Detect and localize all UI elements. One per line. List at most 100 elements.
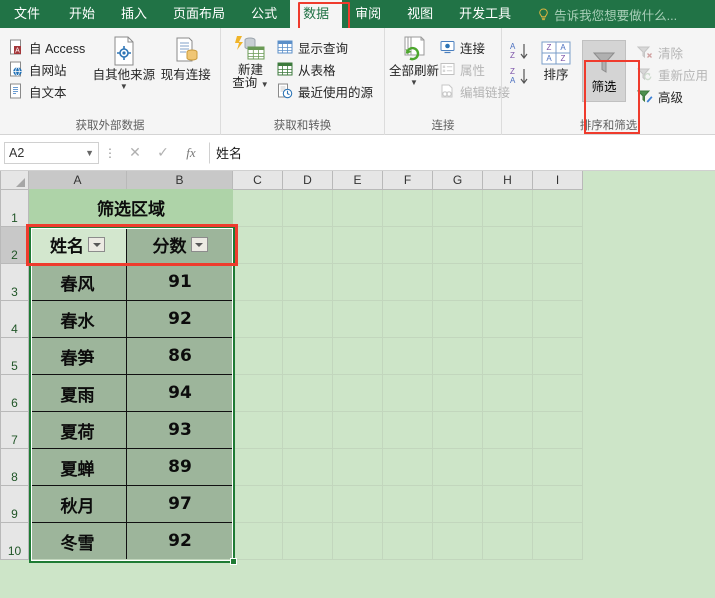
refresh-all-button[interactable]: 全部刷新 ▼ bbox=[389, 33, 439, 87]
cell-e4[interactable] bbox=[332, 300, 383, 338]
table-header-score[interactable]: 分数 bbox=[127, 226, 233, 263]
sort-button[interactable]: ZAAZ 排序 bbox=[532, 38, 580, 82]
cell-e9[interactable] bbox=[332, 485, 383, 523]
from-table-button[interactable]: 从表格 bbox=[274, 58, 378, 80]
cell-g5[interactable] bbox=[432, 337, 483, 375]
cell-d10[interactable] bbox=[282, 522, 333, 560]
cell-i3[interactable] bbox=[532, 263, 583, 301]
table-cell-score[interactable]: 92 bbox=[127, 522, 233, 559]
chevron-down-icon[interactable]: ▼ bbox=[120, 83, 128, 91]
cell-h7[interactable] bbox=[482, 411, 533, 449]
cell-f9[interactable] bbox=[382, 485, 433, 523]
cell-i2[interactable] bbox=[532, 226, 583, 264]
cell-d3[interactable] bbox=[282, 263, 333, 301]
table-cell-name[interactable]: 夏雨 bbox=[29, 374, 127, 411]
connections-button[interactable]: 连接 bbox=[437, 36, 503, 58]
name-box[interactable]: A2 ▼ bbox=[4, 141, 99, 164]
column-header-b[interactable]: B bbox=[126, 171, 233, 190]
recent-sources-button[interactable]: 最近使用的源 bbox=[274, 80, 378, 102]
cell-i6[interactable] bbox=[532, 374, 583, 412]
cell-d7[interactable] bbox=[282, 411, 333, 449]
tab-home[interactable]: 开始 bbox=[56, 0, 108, 28]
tab-page-layout[interactable]: 页面布局 bbox=[160, 0, 238, 28]
cell-h2[interactable] bbox=[482, 226, 533, 264]
cell-d8[interactable] bbox=[282, 448, 333, 486]
cell-h1[interactable] bbox=[482, 189, 533, 227]
cell-d5[interactable] bbox=[282, 337, 333, 375]
tab-data[interactable]: 数据 bbox=[290, 0, 343, 28]
cell-g4[interactable] bbox=[432, 300, 483, 338]
from-other-sources-button[interactable]: 自其他来源 ▼ bbox=[90, 33, 157, 91]
column-header-f[interactable]: F bbox=[382, 171, 433, 190]
cell-c8[interactable] bbox=[232, 448, 283, 486]
cell-i7[interactable] bbox=[532, 411, 583, 449]
column-header-d[interactable]: D bbox=[282, 171, 333, 190]
from-access-button[interactable]: A 自 Access bbox=[6, 36, 90, 58]
spreadsheet-grid[interactable]: A B C D E F G H I 1 2 3 4 5 6 7 8 9 10 筛… bbox=[0, 171, 715, 598]
row-header-2[interactable]: 2 bbox=[0, 225, 29, 264]
cell-e10[interactable] bbox=[332, 522, 383, 560]
cell-i5[interactable] bbox=[532, 337, 583, 375]
cell-f6[interactable] bbox=[382, 374, 433, 412]
cell-g6[interactable] bbox=[432, 374, 483, 412]
insert-function-button[interactable]: fx bbox=[177, 145, 205, 161]
table-cell-name[interactable]: 夏荷 bbox=[29, 411, 127, 448]
cell-i8[interactable] bbox=[532, 448, 583, 486]
cell-f2[interactable] bbox=[382, 226, 433, 264]
cell-i1[interactable] bbox=[532, 189, 583, 227]
cell-h10[interactable] bbox=[482, 522, 533, 560]
chevron-down-icon[interactable]: ▼ bbox=[261, 80, 269, 89]
cell-g2[interactable] bbox=[432, 226, 483, 264]
row-header-9[interactable]: 9 bbox=[0, 484, 29, 523]
cell-f5[interactable] bbox=[382, 337, 433, 375]
table-cell-score[interactable]: 93 bbox=[127, 411, 233, 448]
table-cell-name[interactable]: 夏蝉 bbox=[29, 448, 127, 485]
from-web-button[interactable]: 自网站 bbox=[6, 58, 90, 80]
cell-g9[interactable] bbox=[432, 485, 483, 523]
table-cell-name[interactable]: 春水 bbox=[29, 300, 127, 337]
cell-c6[interactable] bbox=[232, 374, 283, 412]
formula-input[interactable]: 姓名 bbox=[209, 141, 711, 164]
cell-c2[interactable] bbox=[232, 226, 283, 264]
table-cell-score[interactable]: 97 bbox=[127, 485, 233, 522]
cell-g8[interactable] bbox=[432, 448, 483, 486]
cell-g1[interactable] bbox=[432, 189, 483, 227]
tell-me-search[interactable]: 告诉我您想要做什么... bbox=[538, 0, 677, 28]
sort-descending-button[interactable]: ZA bbox=[508, 66, 530, 87]
row-header-3[interactable]: 3 bbox=[0, 262, 29, 301]
column-header-a[interactable]: A bbox=[28, 171, 127, 190]
table-cell-name[interactable]: 冬雪 bbox=[29, 522, 127, 559]
table-cell-score[interactable]: 91 bbox=[127, 263, 233, 300]
cell-d9[interactable] bbox=[282, 485, 333, 523]
cell-f10[interactable] bbox=[382, 522, 433, 560]
cell-f7[interactable] bbox=[382, 411, 433, 449]
cell-h9[interactable] bbox=[482, 485, 533, 523]
cell-c3[interactable] bbox=[232, 263, 283, 301]
select-all-corner[interactable] bbox=[0, 171, 29, 190]
table-cell-name[interactable]: 秋月 bbox=[29, 485, 127, 522]
column-header-c[interactable]: C bbox=[232, 171, 283, 190]
cell-f4[interactable] bbox=[382, 300, 433, 338]
cell-h8[interactable] bbox=[482, 448, 533, 486]
column-header-e[interactable]: E bbox=[332, 171, 383, 190]
column-header-h[interactable]: H bbox=[482, 171, 533, 190]
cell-d6[interactable] bbox=[282, 374, 333, 412]
cell-g7[interactable] bbox=[432, 411, 483, 449]
cancel-entry-button[interactable]: ✕ bbox=[121, 144, 149, 161]
cell-d2[interactable] bbox=[282, 226, 333, 264]
cell-g3[interactable] bbox=[432, 263, 483, 301]
cell-e1[interactable] bbox=[332, 189, 383, 227]
table-cell-score[interactable]: 89 bbox=[127, 448, 233, 485]
tab-developer[interactable]: 开发工具 bbox=[446, 0, 524, 28]
tab-formulas[interactable]: 公式 bbox=[238, 0, 290, 28]
tab-insert[interactable]: 插入 bbox=[108, 0, 160, 28]
confirm-entry-button[interactable]: ✓ bbox=[149, 144, 177, 161]
chevron-down-icon[interactable]: ▼ bbox=[85, 148, 94, 158]
tab-file[interactable]: 文件 bbox=[0, 0, 56, 28]
cell-d1[interactable] bbox=[282, 189, 333, 227]
filter-dropdown-icon-name[interactable] bbox=[88, 237, 105, 252]
row-header-5[interactable]: 5 bbox=[0, 336, 29, 375]
show-queries-button[interactable]: 显示查询 bbox=[274, 36, 378, 58]
tab-review[interactable]: 审阅 bbox=[342, 0, 394, 28]
from-text-button[interactable]: 自文本 bbox=[6, 80, 90, 102]
